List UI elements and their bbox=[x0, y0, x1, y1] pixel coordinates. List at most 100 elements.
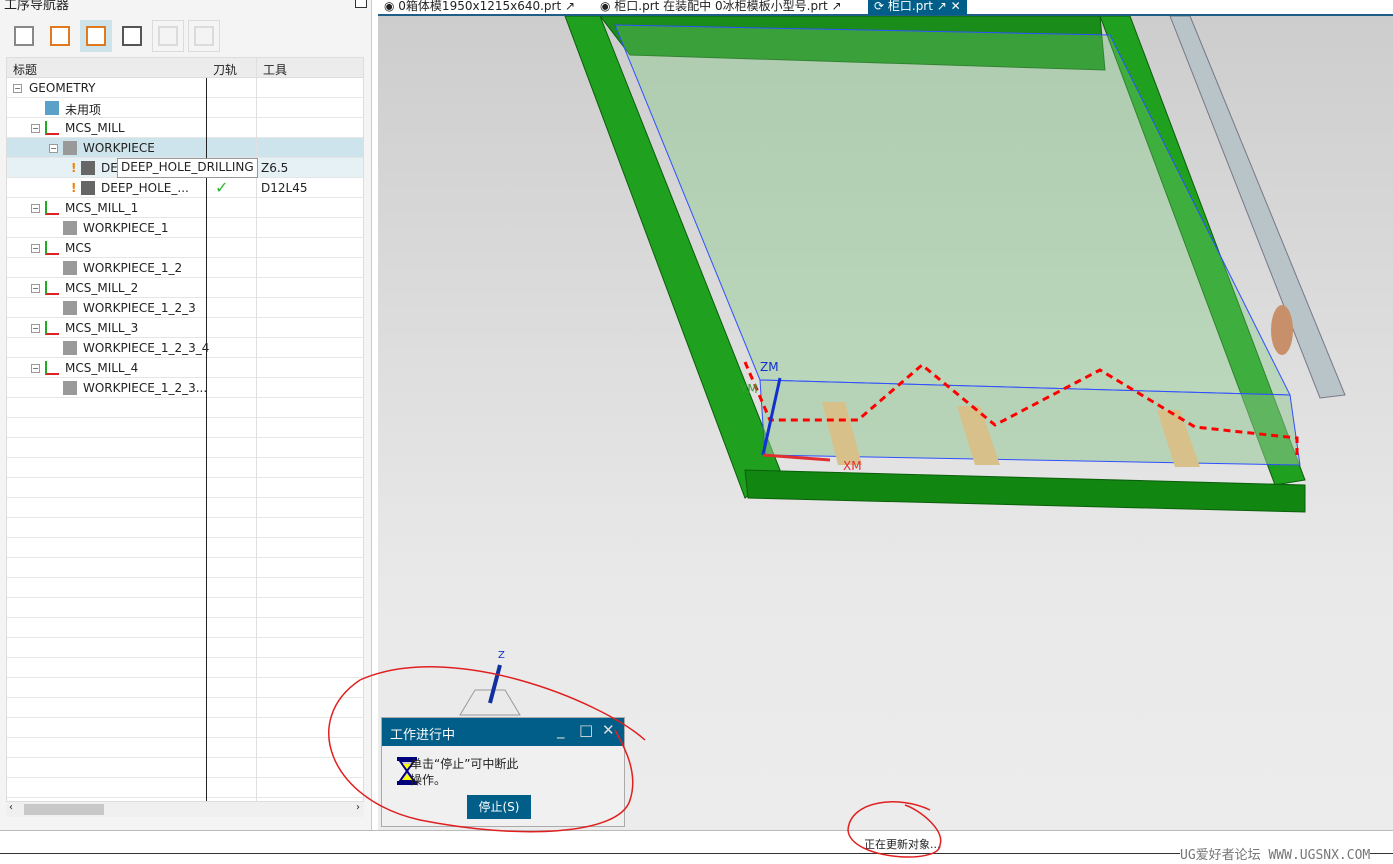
machining-method-view-button[interactable] bbox=[116, 20, 148, 52]
program-order-view-icon bbox=[14, 26, 34, 46]
row-label: 未用项 bbox=[65, 103, 102, 117]
column-tool[interactable]: 工具 bbox=[263, 61, 287, 78]
scrollbar-thumb[interactable] bbox=[24, 804, 104, 815]
empty-row bbox=[7, 698, 363, 718]
delete-object-icon bbox=[194, 26, 214, 46]
status-text: 正在更新对象... bbox=[864, 838, 941, 851]
column-title[interactable]: 标题 bbox=[13, 61, 37, 78]
empty-row bbox=[7, 418, 363, 438]
machine-tool-view-button[interactable] bbox=[44, 20, 76, 52]
empty-row bbox=[7, 658, 363, 678]
empty-row bbox=[7, 718, 363, 738]
collapse-toggle[interactable]: − bbox=[31, 324, 40, 333]
row-label: MCS_MILL_2 bbox=[65, 281, 139, 295]
tree-row[interactable]: 未用项 bbox=[7, 98, 363, 118]
collapse-toggle[interactable]: − bbox=[49, 144, 58, 153]
create-object-icon bbox=[158, 26, 178, 46]
maximize-button[interactable] bbox=[355, 0, 367, 8]
navigator-tree: 标题 刀轨 工具 − GEOMETRY 未用项 − MCS_MILL − WORKPIECE… bbox=[6, 57, 364, 802]
ym-label: YM bbox=[739, 382, 758, 396]
file-tab[interactable]: ⟳ 柜口.prt ↗ ✕ bbox=[868, 0, 967, 15]
empty-row bbox=[7, 638, 363, 658]
row-label: MCS_MILL_1 bbox=[65, 201, 139, 215]
z-axis-triad bbox=[488, 664, 502, 704]
empty-row bbox=[7, 778, 363, 798]
geometry-view-button[interactable] bbox=[80, 20, 112, 52]
empty-row bbox=[7, 438, 363, 458]
empty-row bbox=[7, 518, 363, 538]
tree-row[interactable]: − MCS_MILL_1 bbox=[7, 198, 363, 218]
horizontal-scrollbar[interactable]: ‹ › bbox=[6, 802, 364, 817]
tab-label: 柜口.prt bbox=[887, 0, 933, 13]
empty-row bbox=[7, 538, 363, 558]
collapse-toggle[interactable]: − bbox=[31, 284, 40, 293]
machining-method-view-icon bbox=[122, 26, 142, 46]
row-label: DEEP_HOLE_... bbox=[101, 181, 189, 195]
status-bar: 正在更新对象... UG爱好者论坛 WWW.UGSNX.COM bbox=[0, 830, 1393, 864]
tree-row[interactable]: WORKPIECE_1_2 bbox=[7, 258, 363, 278]
delete-object-button[interactable] bbox=[188, 20, 220, 52]
file-tab[interactable]: ◉ 0箱体模1950x1215x640.prt ↗ bbox=[378, 0, 581, 15]
operation-navigator-panel: 工序导航器 标题 刀轨 工具 − GEOMETRY 未用项 − MCS_MILL − WOR… bbox=[0, 0, 372, 830]
mcs-axis-icon bbox=[45, 201, 59, 215]
tree-row[interactable]: WORKPIECE_1_2_3_4 bbox=[7, 338, 363, 358]
create-object-button[interactable] bbox=[152, 20, 184, 52]
navigator-toolbar bbox=[8, 20, 220, 54]
dialog-message: 单击“停止”可中断此操作。 bbox=[410, 757, 519, 787]
tab-label: 柜口.prt 在装配中 0冰柜模板小型号.prt bbox=[614, 0, 828, 13]
empty-row bbox=[7, 498, 363, 518]
stop-button[interactable]: 停止(S) bbox=[467, 795, 531, 819]
program-order-view-button[interactable] bbox=[8, 20, 40, 52]
row-label: MCS bbox=[65, 241, 92, 255]
empty-row bbox=[7, 598, 363, 618]
file-tabs: ◉ 0箱体模1950x1215x640.prt ↗ ◉ 柜口.prt 在装配中 0… bbox=[378, 0, 1393, 16]
file-tab[interactable]: ◉ 柜口.prt 在装配中 0冰柜模板小型号.prt ↗ bbox=[594, 0, 848, 15]
collapse-toggle[interactable]: − bbox=[31, 124, 40, 133]
machine-tool-view-icon bbox=[50, 26, 70, 46]
minimize-icon[interactable]: _ bbox=[557, 721, 565, 739]
tree-row[interactable]: − MCS_MILL bbox=[7, 118, 363, 138]
tooltip: DEEP_HOLE_DRILLING bbox=[117, 158, 258, 178]
mcs-axis-icon bbox=[45, 121, 59, 135]
tree-row[interactable]: − MCS_MILL_2 bbox=[7, 278, 363, 298]
tree-row[interactable]: − MCS_MILL_4 bbox=[7, 358, 363, 378]
collapse-toggle[interactable]: − bbox=[31, 364, 40, 373]
zm-label: ZM bbox=[760, 360, 779, 374]
row-label: MCS_MILL_3 bbox=[65, 321, 139, 335]
tree-row[interactable]: − GEOMETRY bbox=[7, 78, 363, 98]
toolpath-status: ✓ bbox=[215, 178, 229, 197]
tree-row[interactable]: WORKPIECE_1 bbox=[7, 218, 363, 238]
graphics-viewport[interactable]: ZM XM YM Z bbox=[378, 15, 1393, 830]
workpiece-icon bbox=[63, 221, 77, 235]
tool-cell: Z6.5 bbox=[261, 161, 289, 175]
maximize-icon[interactable]: □ bbox=[579, 721, 593, 739]
tree-row[interactable]: − WORKPIECE bbox=[7, 138, 363, 158]
tree-row[interactable]: ! DEEP_HOLE_... ✓ D12L45 bbox=[7, 178, 363, 198]
mcs-axis-icon bbox=[45, 321, 59, 335]
tree-row[interactable]: − MCS bbox=[7, 238, 363, 258]
tree-row[interactable]: − MCS_MILL_3 bbox=[7, 318, 363, 338]
empty-row bbox=[7, 758, 363, 778]
mcs-axis-icon bbox=[45, 241, 59, 255]
workpiece-icon bbox=[63, 141, 77, 155]
empty-row bbox=[7, 678, 363, 698]
empty-row bbox=[7, 458, 363, 478]
column-toolpath[interactable]: 刀轨 bbox=[213, 61, 237, 78]
collapse-toggle[interactable]: − bbox=[31, 204, 40, 213]
z-label: Z bbox=[498, 650, 505, 661]
workpiece-icon bbox=[63, 261, 77, 275]
collapse-toggle[interactable]: − bbox=[13, 84, 22, 93]
tree-row[interactable]: WORKPIECE_1_2_3 bbox=[7, 298, 363, 318]
collapse-toggle[interactable]: − bbox=[31, 244, 40, 253]
navigator-title: 工序导航器 bbox=[4, 0, 70, 13]
model-3d-view: ZM XM YM Z bbox=[459, 15, 1346, 716]
drill-tool bbox=[1271, 305, 1293, 355]
tool-cell: D12L45 bbox=[261, 181, 308, 195]
tree-row[interactable]: WORKPIECE_1_2_3... bbox=[7, 378, 363, 398]
folder-icon bbox=[45, 101, 59, 115]
close-icon[interactable]: ✕ bbox=[602, 721, 615, 739]
row-label: WORKPIECE_1_2_3... bbox=[83, 381, 208, 395]
drill-operation-icon: ! bbox=[71, 161, 95, 175]
row-label: WORKPIECE_1_2_3_4 bbox=[83, 341, 210, 355]
frame-bottom-beam bbox=[744, 469, 1306, 513]
